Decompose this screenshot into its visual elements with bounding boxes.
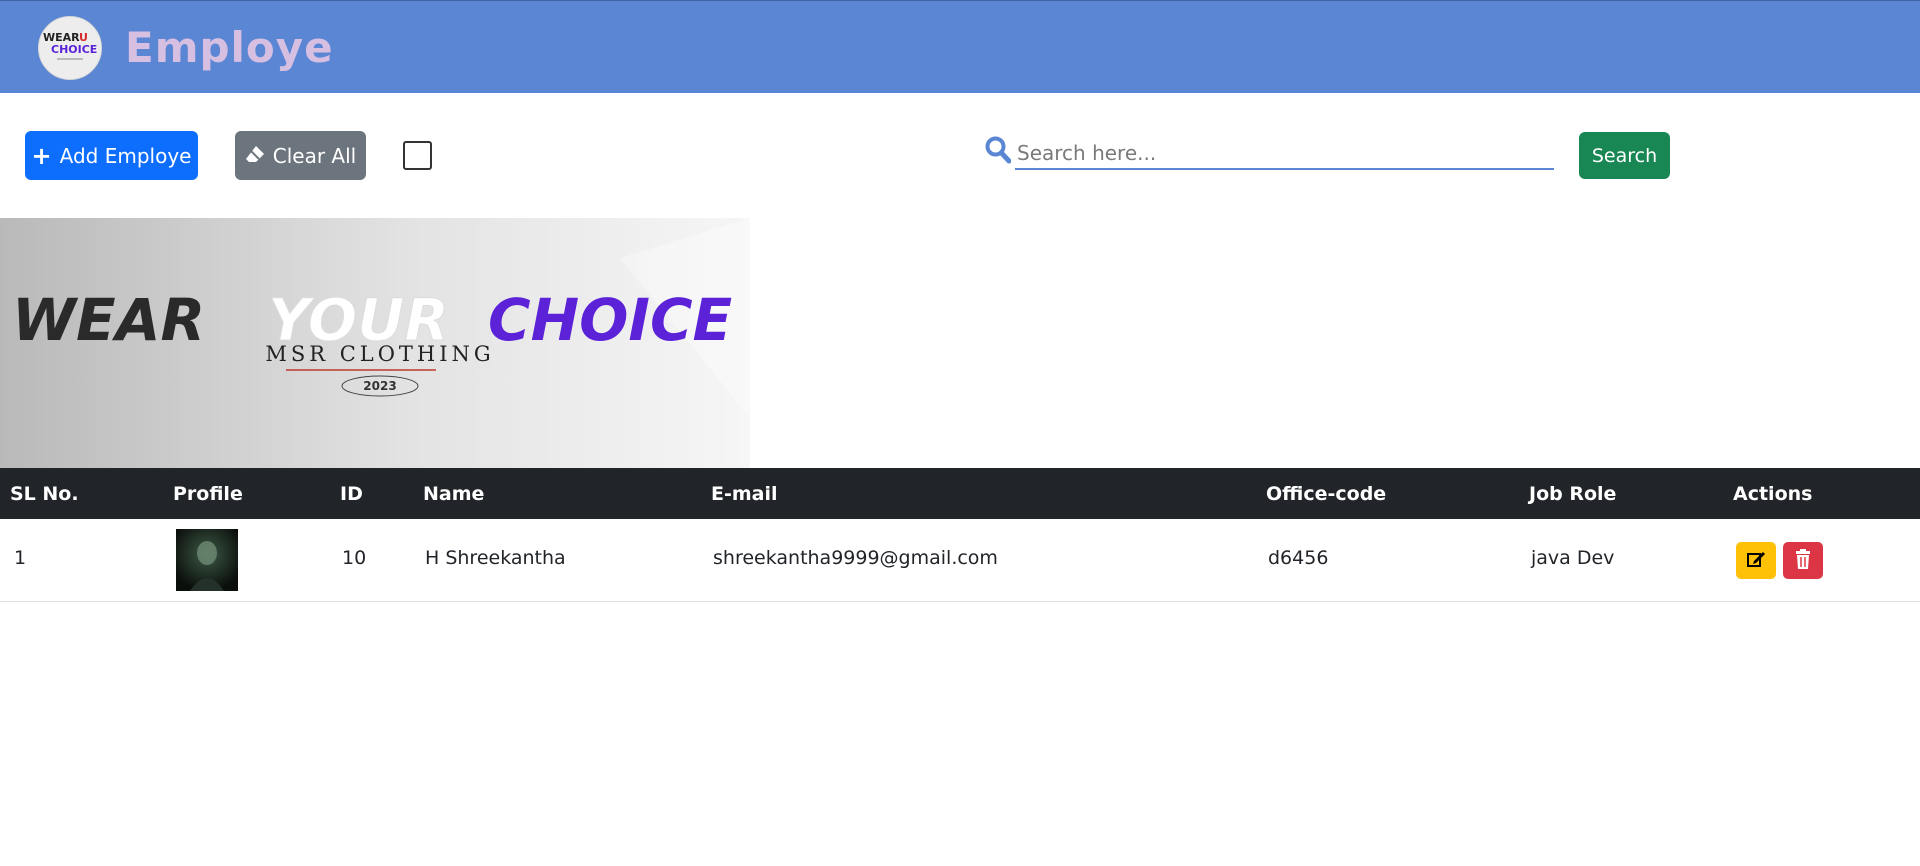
header-actions: Actions: [1733, 483, 1813, 505]
header-sl-no: SL No.: [10, 483, 79, 505]
brand-banner: WEAR YOUR CHOICE MSR CLOTHING 2023: [0, 218, 750, 468]
cell-email: shreekantha9999@gmail.com: [713, 547, 998, 569]
edit-button[interactable]: [1736, 542, 1776, 579]
cell-office-code: d6456: [1268, 547, 1329, 569]
cell-id: 10: [342, 547, 367, 569]
header-office-code: Office-code: [1266, 483, 1387, 505]
cell-sl-no: 1: [14, 547, 27, 569]
banner-year: 2023: [363, 379, 396, 393]
delete-button[interactable]: [1783, 542, 1823, 579]
cell-name: H Shreekantha: [425, 547, 566, 569]
search-icon: [985, 136, 1012, 169]
header-id: ID: [340, 483, 363, 505]
header-email: E-mail: [711, 483, 778, 505]
employee-table: SL No. Profile ID Name E-mail Office-cod…: [0, 468, 1920, 602]
add-employee-label: Add Employe: [59, 143, 192, 168]
banner-subtitle: MSR CLOTHING: [265, 342, 494, 366]
top-navbar: WEAR U CHOICE Employe: [0, 0, 1920, 93]
search-input[interactable]: [1015, 137, 1554, 170]
add-employee-button[interactable]: + Add Employe: [25, 131, 198, 180]
select-all-checkbox[interactable]: [403, 141, 432, 170]
avatar: [176, 529, 238, 591]
banner-word-wear: WEAR: [12, 286, 205, 354]
clear-all-label: Clear All: [272, 143, 357, 168]
search-button[interactable]: Search: [1579, 132, 1670, 179]
header-job-role: Job Role: [1529, 483, 1617, 505]
brand-logo[interactable]: WEAR U CHOICE: [38, 16, 102, 80]
clear-all-button[interactable]: Clear All: [235, 131, 366, 180]
cell-job-role: java Dev: [1531, 547, 1615, 569]
trash-icon: [1795, 548, 1811, 573]
plus-icon: +: [31, 141, 52, 170]
table-header: SL No. Profile ID Name E-mail Office-cod…: [0, 468, 1920, 519]
header-profile: Profile: [173, 483, 243, 505]
edit-icon: [1746, 549, 1766, 573]
page-title: Employe: [125, 23, 334, 72]
table-row: 1 10 H Shreekantha shreekantha9999@gmail…: [0, 519, 1920, 602]
svg-text:CHOICE: CHOICE: [51, 43, 97, 56]
search-button-label: Search: [1591, 144, 1658, 167]
banner-word-choice: CHOICE: [488, 286, 732, 354]
eraser-icon: [245, 144, 265, 168]
header-name: Name: [423, 483, 485, 505]
